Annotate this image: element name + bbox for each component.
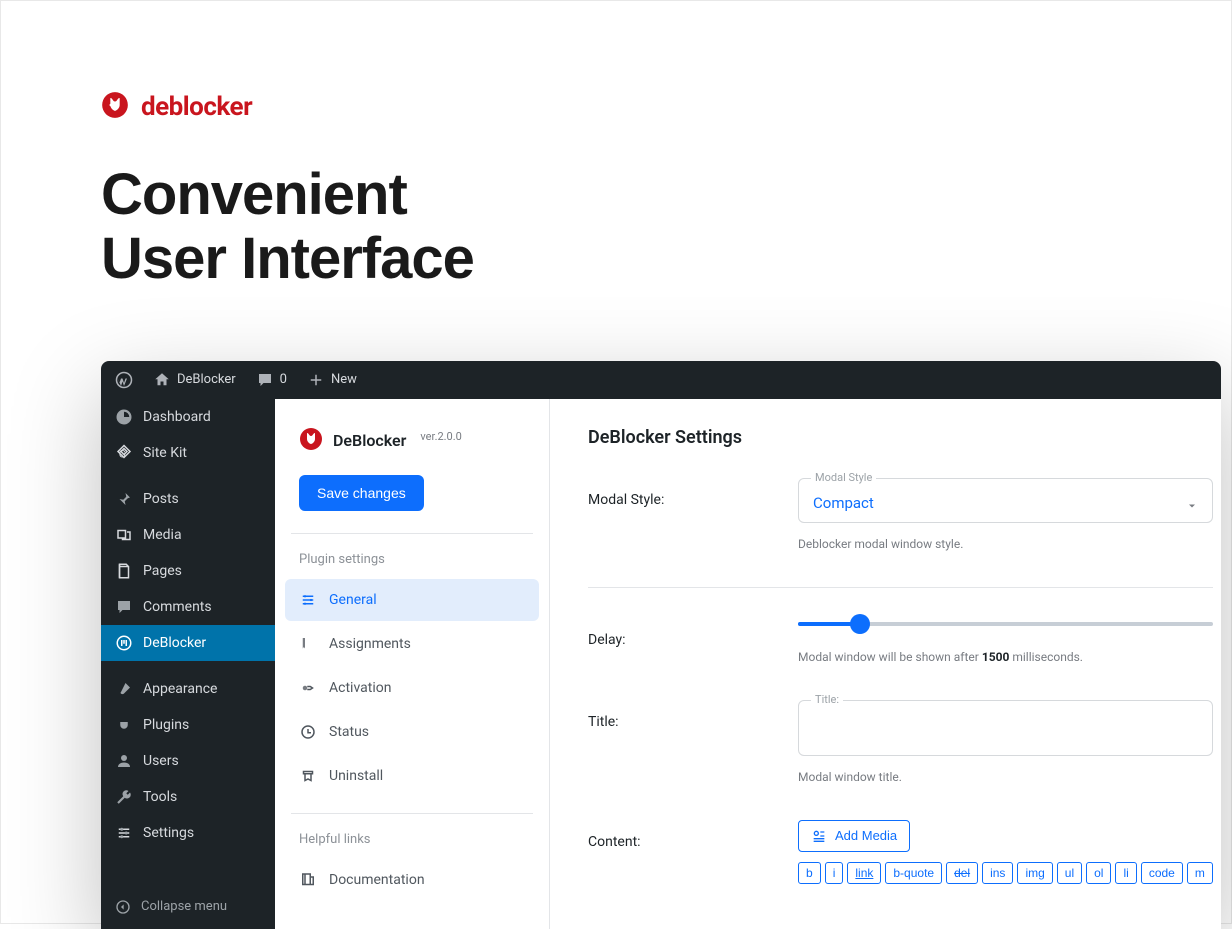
save-button[interactable]: Save changes [299, 475, 424, 511]
sidebar-item-site-kit[interactable]: GSite Kit [101, 435, 275, 471]
sidebar-item-users[interactable]: Users [101, 743, 275, 779]
plugin-version: ver.2.0.0 [420, 430, 461, 443]
tool-m[interactable]: m [1187, 862, 1213, 884]
sidebar-item-tools[interactable]: Tools [101, 779, 275, 815]
sidebar-item-appearance[interactable]: Appearance [101, 671, 275, 707]
title-help: Modal window title. [798, 770, 1213, 784]
content-label: Content: [588, 820, 798, 884]
nav-activation[interactable]: Activation [285, 667, 539, 709]
wrench-icon [115, 788, 133, 806]
dashboard-icon [115, 408, 133, 426]
tool-ins[interactable]: ins [982, 862, 1013, 884]
sidebar-item-media[interactable]: Media [101, 517, 275, 553]
sidebar-item-settings[interactable]: Settings [101, 815, 275, 851]
tool-b[interactable]: b [798, 862, 821, 884]
nav-assignments[interactable]: Assignments [285, 623, 539, 665]
nav-status[interactable]: Status [285, 711, 539, 753]
media-icon [115, 526, 133, 544]
pages-icon [115, 562, 133, 580]
brand-icon [101, 91, 129, 123]
sidebar-item-plugins[interactable]: Plugins [101, 707, 275, 743]
brand: deblocker [101, 91, 1231, 123]
admin-sidebar: DashboardGSite Kit PostsMediaPagesComment… [101, 399, 275, 929]
plus-icon [307, 371, 325, 389]
comment-icon [256, 371, 274, 389]
modal-style-label: Modal Style: [588, 478, 798, 551]
wp-logo[interactable] [115, 371, 133, 389]
panel-title: DeBlocker Settings [588, 427, 1213, 448]
settings-panel: DeBlocker Settings Modal Style: Modal St… [550, 399, 1221, 929]
user-icon [115, 752, 133, 770]
plugin-icon [299, 427, 323, 455]
section-helpful-links: Helpful links [285, 832, 539, 859]
nav-uninstall[interactable]: Uninstall [285, 755, 539, 797]
plugin-sidebar: DeBlocker ver.2.0.0 Save changes Plugin … [275, 399, 550, 929]
add-media-button[interactable]: Add Media [798, 820, 910, 852]
svg-text:G: G [119, 447, 126, 460]
sidebar-item-posts[interactable]: Posts [101, 481, 275, 517]
home-icon [153, 371, 171, 389]
sidebar-item-deblocker[interactable]: DeBlocker [101, 625, 275, 661]
collapse-icon [115, 899, 131, 915]
tool-code[interactable]: code [1141, 862, 1183, 884]
tool-i[interactable]: i [825, 862, 844, 884]
comments-link[interactable]: 0 [256, 371, 287, 389]
delay-help: Modal window will be shown after 1500 mi… [798, 650, 1213, 664]
media-icon [811, 828, 827, 844]
title-input[interactable]: Title: [798, 700, 1213, 756]
tool-ol[interactable]: ol [1086, 862, 1111, 884]
tool-b-quote[interactable]: b-quote [885, 862, 942, 884]
block-icon [115, 634, 133, 652]
app-window: DeBlocker 0 New DashboardGSite KitPostsM… [101, 361, 1221, 929]
wordpress-icon [115, 371, 133, 389]
modal-style-select[interactable]: Modal Style Compact [798, 478, 1213, 523]
sidebar-item-dashboard[interactable]: Dashboard [101, 399, 275, 435]
tool-link[interactable]: link [847, 862, 881, 884]
title-label: Title: [588, 700, 798, 784]
tool-li[interactable]: li [1115, 862, 1136, 884]
link-documentation[interactable]: Documentation [285, 859, 539, 901]
section-plugin-settings: Plugin settings [285, 552, 539, 579]
sitekit-icon: G [115, 444, 133, 462]
site-link[interactable]: DeBlocker [153, 371, 236, 389]
tool-img[interactable]: img [1017, 862, 1052, 884]
comment-icon [115, 598, 133, 616]
plug-icon [115, 716, 133, 734]
tool-ul[interactable]: ul [1057, 862, 1082, 884]
delay-label: Delay: [588, 618, 798, 664]
sidebar-item-comments[interactable]: Comments [101, 589, 275, 625]
plugin-name: DeBlocker [333, 431, 406, 450]
sidebar-item-pages[interactable]: Pages [101, 553, 275, 589]
chevron-down-icon [1186, 497, 1198, 516]
settings-icon [115, 824, 133, 842]
editor-toolbar: bilinkb-quotedelinsimgulollicodem [798, 862, 1213, 884]
delay-slider[interactable] [798, 618, 1213, 626]
admin-bar: DeBlocker 0 New [101, 361, 1221, 399]
new-link[interactable]: New [307, 371, 357, 389]
brush-icon [115, 680, 133, 698]
modal-style-help: Deblocker modal window style. [798, 537, 1213, 551]
hero-title: Convenient User Interface [101, 163, 1231, 291]
brand-text: deblocker [141, 92, 252, 122]
nav-general[interactable]: General [285, 579, 539, 621]
tool-del[interactable]: del [946, 862, 978, 884]
pin-icon [115, 490, 133, 508]
collapse-menu[interactable]: Collapse menu [101, 885, 275, 929]
